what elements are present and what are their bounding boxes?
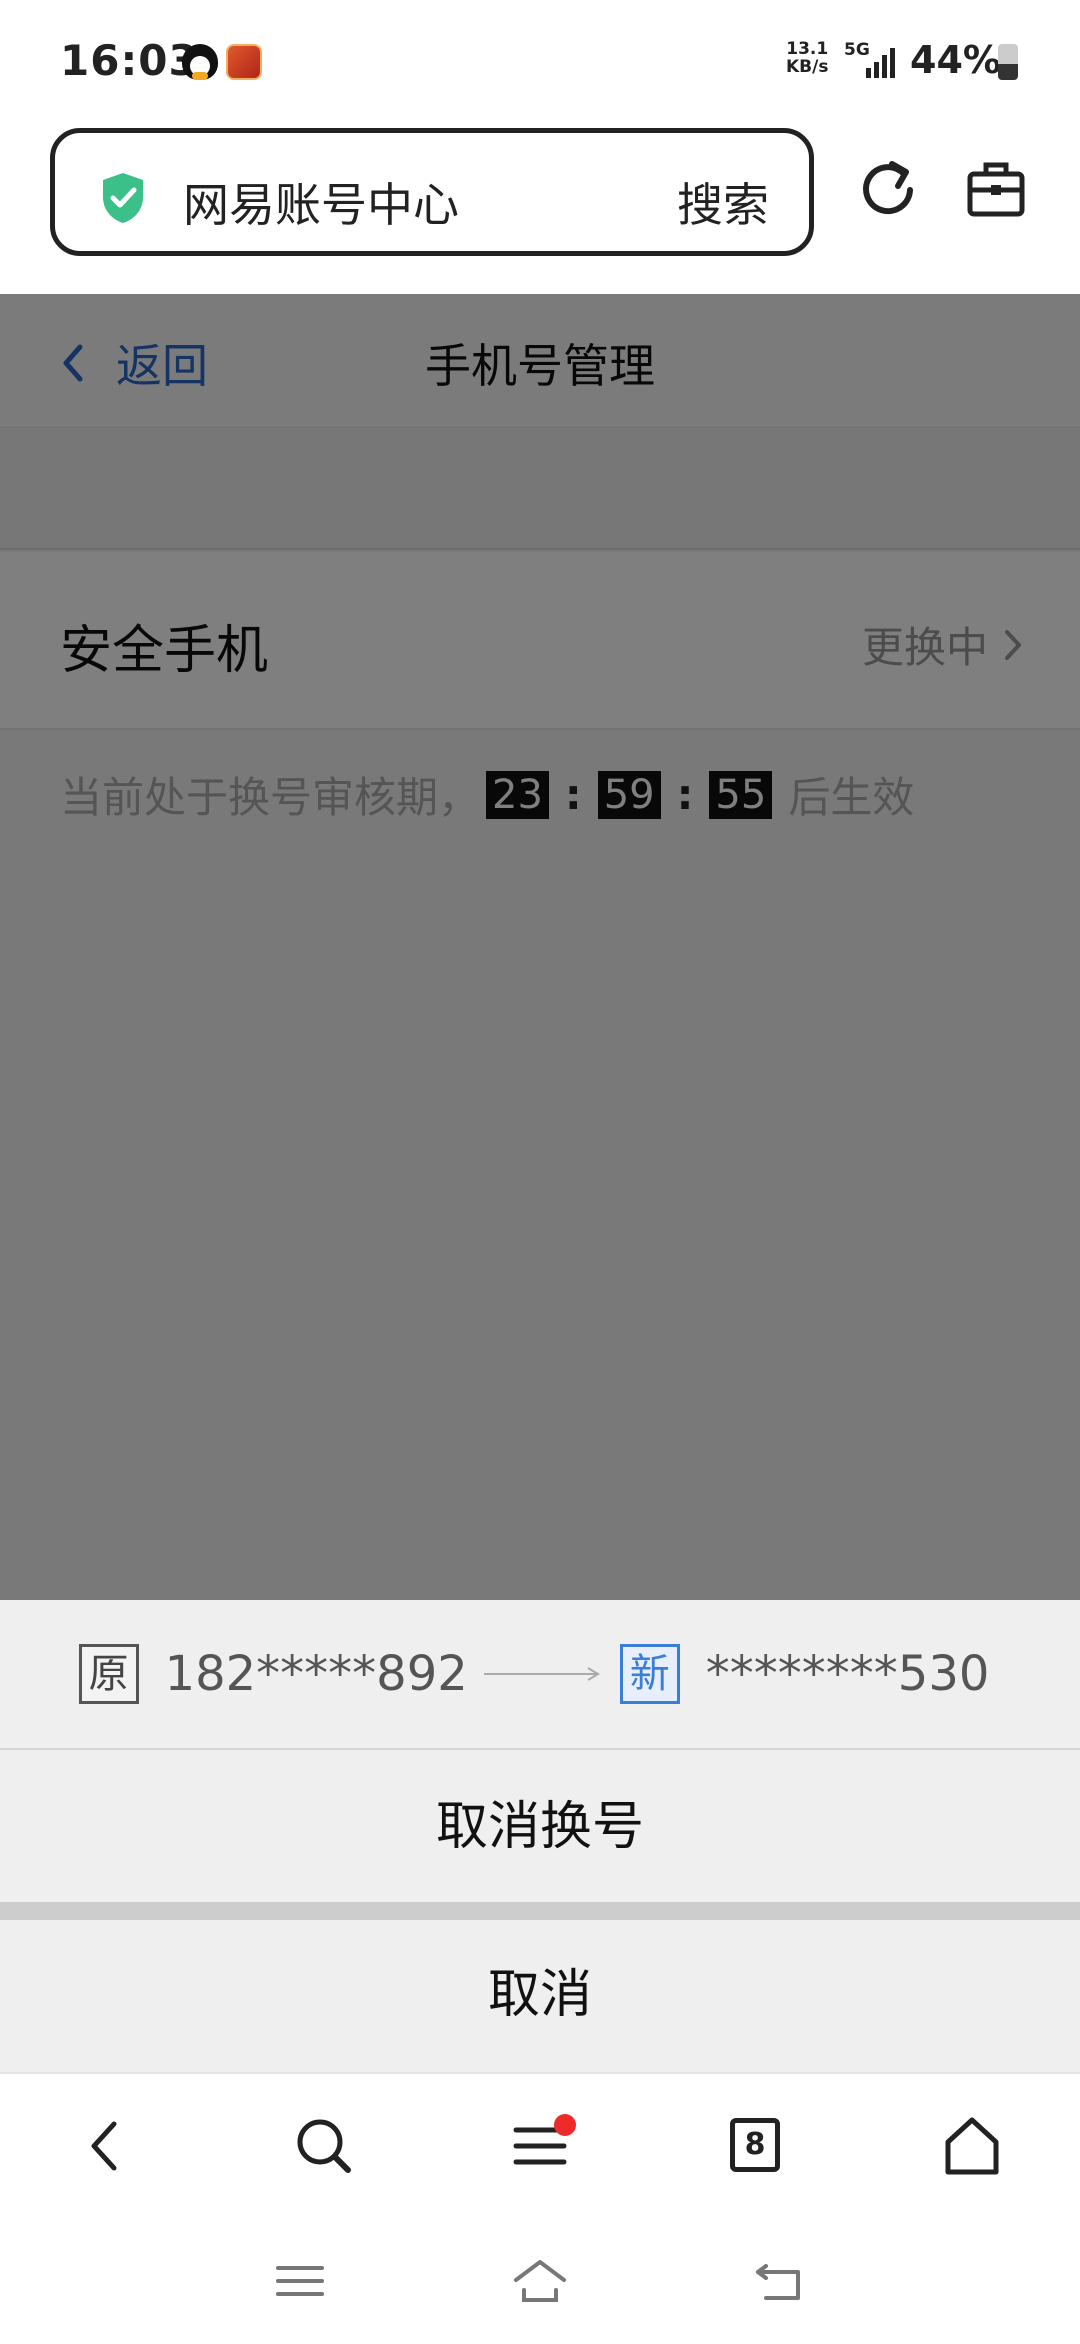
battery-icon: [998, 44, 1018, 80]
modal-overlay[interactable]: [0, 294, 1080, 1600]
number-change-info: 原 182*****892 新 ********530: [0, 1600, 1080, 1750]
system-home-icon[interactable]: [512, 2258, 568, 2304]
toolbox-icon[interactable]: [966, 160, 1026, 218]
new-number-tag: 新: [619, 1644, 680, 1704]
back-icon[interactable]: [74, 2114, 138, 2178]
status-time: 16:03: [60, 36, 199, 85]
tab-count-button[interactable]: 8: [730, 2118, 780, 2172]
home-icon[interactable]: [940, 2114, 1004, 2178]
net-speed-unit: KB/s: [786, 57, 829, 77]
game-app-icon: [226, 44, 262, 80]
recent-apps-icon[interactable]: [272, 2258, 328, 2304]
notification-dot: [554, 2114, 576, 2136]
system-nav-bar: [0, 2218, 1080, 2344]
address-bar[interactable]: 网易账号中心 搜索: [50, 128, 814, 256]
sheet-divider: [0, 1902, 1080, 1920]
cancel-button[interactable]: 取消: [0, 1920, 1080, 2070]
cancel-change-button[interactable]: 取消换号: [0, 1752, 1080, 1902]
browser-bar: 网易账号中心 搜索: [0, 120, 1080, 294]
net-speed-value: 13.1: [786, 39, 829, 59]
old-number: 182*****892: [164, 1646, 468, 1702]
url-title: 网易账号中心: [183, 178, 459, 232]
secure-shield-icon: [103, 173, 143, 223]
action-sheet: 原 182*****892 新 ********530 取消换号 取消: [0, 1600, 1080, 2072]
battery-percent: 44%: [910, 38, 1001, 82]
net-speed: 13.1 KB/s: [786, 40, 828, 76]
arrow-right-icon: [483, 1667, 600, 1681]
search-icon[interactable]: [292, 2114, 356, 2178]
refresh-icon[interactable]: [858, 158, 918, 218]
qq-penguin-icon: [182, 44, 218, 80]
system-back-icon[interactable]: [752, 2258, 808, 2304]
signal-icon: [866, 48, 895, 78]
browser-bottom-nav: 8: [0, 2072, 1080, 2218]
new-number: ********530: [705, 1646, 990, 1702]
old-number-tag: 原: [78, 1644, 139, 1704]
search-button[interactable]: 搜索: [677, 169, 769, 235]
status-bar: 16:03 13.1 KB/s 5G 44%: [0, 0, 1080, 120]
